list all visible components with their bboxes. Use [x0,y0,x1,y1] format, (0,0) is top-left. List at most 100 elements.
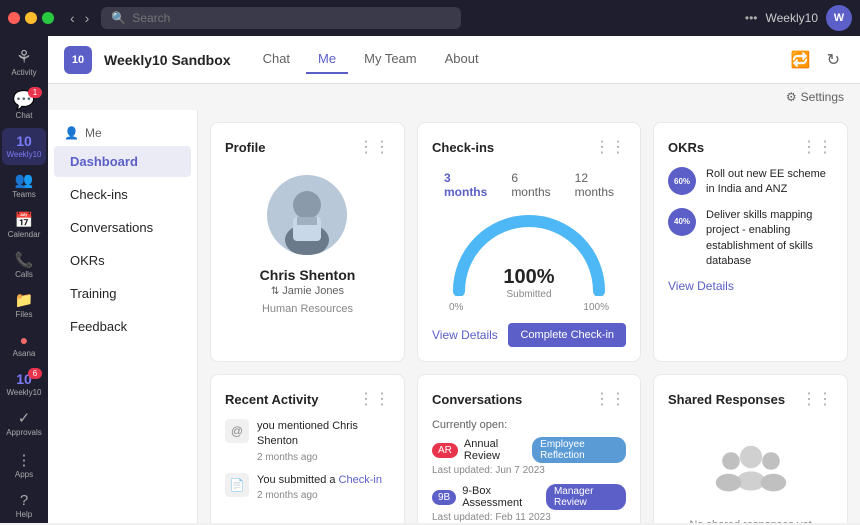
window-controls [8,12,54,24]
nav-item-dashboard[interactable]: Dashboard [54,146,191,177]
profile-content: Chris Shenton ⇅ Jamie Jones Human Resour… [225,167,390,315]
okr-item-2: 40% Deliver skills mapping project - ena… [668,208,833,270]
conversations-card-header: Conversations ⋮⋮ [432,389,626,409]
activity-time-2: 2 months ago [257,490,382,501]
teams-nav-myteam[interactable]: My Team [352,45,429,74]
close-button[interactable] [8,12,20,24]
checkins-tabs: 3 months 6 months 12 months [432,167,626,203]
nav-item-training[interactable]: Training [54,278,191,309]
sidebar-item-apps[interactable]: ⋮ Apps [2,447,46,485]
conv-row-2: 9B 9-Box Assessment Manager Review [432,484,626,510]
checkins-menu-icon[interactable]: ⋮⋮ [594,137,626,157]
checkin-link[interactable]: Check-in [339,474,382,486]
sidebar-item-weekly10-bottom[interactable]: 10 Weekly10 6 [2,366,46,403]
approvals-icon: ✓ [18,411,31,426]
conv-item-2: 9B 9-Box Assessment Manager Review Last … [432,484,626,523]
main-content: 👤 Me Dashboard Check-ins Conversations O… [48,110,860,523]
sidebar-item-chat[interactable]: 💬 Chat 1 [2,85,46,126]
search-bar[interactable]: 🔍 [101,7,461,29]
user-avatar[interactable]: W [826,5,852,31]
teams-label: Teams [12,190,36,199]
okr-text-1: Roll out new EE scheme in India and ANZ [706,167,833,198]
share-button[interactable]: 🔁 [787,46,815,74]
shared-responses-title: Shared Responses [668,392,785,407]
refresh-button[interactable]: ↻ [823,46,844,74]
shared-responses-header: Shared Responses ⋮⋮ [668,389,833,409]
nav-item-conversations[interactable]: Conversations [54,212,191,243]
sidebar-item-calls[interactable]: 📞 Calls [2,247,46,285]
sidebar-item-teams[interactable]: 👥 Teams [2,167,46,205]
tab-6months[interactable]: 6 months [499,167,562,203]
checkins-view-details-button[interactable]: View Details [432,328,498,342]
activity-icon: ⚘ [16,48,32,66]
teams-nav-chat[interactable]: Chat [251,45,302,74]
search-input[interactable] [132,11,451,25]
complete-checkin-button[interactable]: Complete Check-in [508,323,626,347]
settings-button[interactable]: ⚙ Settings [786,90,844,104]
conversations-menu-icon[interactable]: ⋮⋮ [594,389,626,409]
nav-section-me: 👤 Me [48,122,197,144]
teams-nav: Chat Me My Team About [251,45,491,74]
gear-icon: ⚙ [786,90,797,104]
sidebar-item-files[interactable]: 📁 Files [2,287,46,325]
activity-card-title: Recent Activity [225,392,318,407]
profile-card: Profile ⋮⋮ Ch [210,122,405,362]
profile-menu-icon[interactable]: ⋮⋮ [358,137,390,157]
profile-avatar [267,175,347,255]
currently-open-label: Currently open: [432,419,626,431]
tab-12months[interactable]: 12 months [563,167,626,203]
sidebar-item-activity[interactable]: ⚘ Activity [2,42,46,83]
app-logo: 10 [64,46,92,74]
checkins-footer: View Details Complete Check-in [432,323,626,347]
okrs-menu-icon[interactable]: ⋮⋮ [801,137,833,157]
profile-card-title: Profile [225,140,265,155]
nav-item-checkins[interactable]: Check-ins [54,179,191,210]
conv-label-mgr: Manager Review [546,484,626,510]
shared-responses-menu-icon[interactable]: ⋮⋮ [801,389,833,409]
forward-button[interactable]: › [81,8,94,28]
nav-item-feedback[interactable]: Feedback [54,311,191,342]
activity-time-1: 2 months ago [257,452,390,463]
approvals-label: Approvals [6,428,42,437]
calendar-label: Calendar [8,230,40,239]
activity-text-1: you mentioned Chris Shenton [257,419,390,450]
apps-label: Apps [15,470,33,479]
maximize-button[interactable] [42,12,54,24]
profile-manager: ⇅ Jamie Jones [271,285,344,297]
okrs-view-details-button[interactable]: View Details [668,279,734,293]
sidebar-item-calendar[interactable]: 📅 Calendar [2,207,46,245]
teams-nav-me[interactable]: Me [306,45,348,74]
tab-3months[interactable]: 3 months [432,167,499,203]
mention-icon: @ [225,419,249,443]
back-button[interactable]: ‹ [66,8,79,28]
people-svg [711,439,791,499]
okr-item-1: 60% Roll out new EE scheme in India and … [668,167,833,198]
person-icon: 👤 [64,126,79,140]
teams-nav-about[interactable]: About [433,45,491,74]
icon-sidebar: ⚘ Activity 💬 Chat 1 10 Weekly10 👥 Teams … [0,36,48,523]
sidebar-item-help[interactable]: ? Help [2,487,46,525]
nav-item-okrs[interactable]: OKRs [54,245,191,276]
apps-icon: ⋮ [17,453,32,468]
minimize-button[interactable] [25,12,37,24]
people-empty-icon [711,439,791,511]
conversations-card: Conversations ⋮⋮ Currently open: AR Annu… [417,374,641,523]
sidebar-item-weekly10-top[interactable]: 10 Weekly10 [2,128,46,165]
help-label: Help [16,510,32,519]
settings-label: Settings [801,90,844,104]
more-icon[interactable]: ••• [745,11,758,25]
conv-title-1: Annual Review [464,438,526,462]
weekly10-top-label: Weekly10 [7,150,42,159]
weekly10-badge: 6 [28,368,42,379]
okr-icon-1: 60% [668,167,696,195]
conv-row-1: AR Annual Review Employee Reflection [432,437,626,463]
weekly10-top-icon: 10 [16,134,32,148]
gauge-container: 100% Submitted 0% 100% [432,211,626,313]
activity-menu-icon[interactable]: ⋮⋮ [358,389,390,409]
sidebar-item-asana[interactable]: ● Asana [2,327,46,364]
sidebar-item-approvals[interactable]: ✓ Approvals [2,405,46,443]
calls-label: Calls [15,270,33,279]
avatar-image [267,175,347,255]
shared-responses-card: Shared Responses ⋮⋮ [653,374,848,523]
files-icon: 📁 [15,293,34,308]
